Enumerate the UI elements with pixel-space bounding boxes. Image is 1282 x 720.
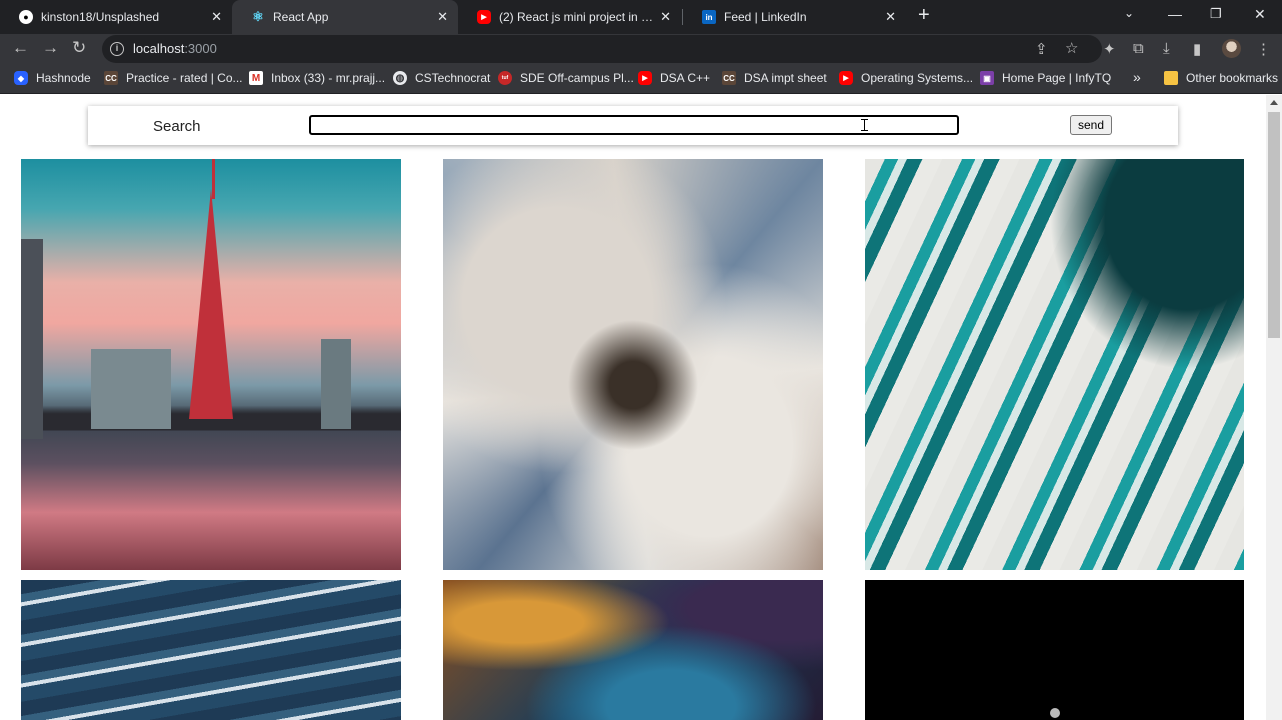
other-bookmarks[interactable]: Other bookmarks [1164,71,1278,85]
tower-shape [189,189,233,419]
download-icon[interactable]: ⤓ [1163,40,1170,57]
tab-youtube[interactable]: ▶ (2) React js mini project in hindi · ✕ [458,0,681,34]
bookmarks-bar: ◆ Hashnode CC Practice - rated | Co... M… [0,64,1282,94]
hashnode-icon: ◆ [14,71,28,85]
bookmark-dsa-sheet[interactable]: CC DSA impt sheet [722,71,827,85]
close-tab-icon[interactable]: ✕ [885,9,896,25]
codechef-icon: CC [104,71,118,85]
scroll-thumb[interactable] [1268,112,1280,338]
address-port: :3000 [184,41,217,56]
youtube-icon: ▶ [839,71,853,85]
tab-title: Feed | LinkedIn [724,10,807,24]
restore-icon[interactable]: ❐ [1210,6,1222,22]
bookmark-dsa-cpp[interactable]: ▶ DSA C++ [638,71,710,85]
address-url: localhost:3000 [133,41,217,56]
bookmark-label: DSA C++ [660,71,711,85]
bookmark-operating-systems[interactable]: ▶ Operating Systems... [839,71,973,85]
side-panel-icon[interactable]: ▮ [1193,40,1201,58]
building-shape [21,239,43,439]
profile-avatar[interactable] [1222,39,1241,58]
building-shape [91,349,171,429]
reload-icon[interactable]: ↻ [72,39,86,57]
image-ocean-waves[interactable] [21,580,401,720]
site-info-icon[interactable]: i [110,42,124,56]
address-host: localhost [133,41,185,56]
cast-icon[interactable]: ⧉ [1133,40,1144,57]
youtube-icon: ▶ [638,71,652,85]
bookmark-gmail[interactable]: M Inbox (33) - mr.prajj... [249,71,385,85]
close-tab-icon[interactable]: ✕ [437,9,448,25]
address-bar[interactable]: i localhost:3000 ⇪ ☆ [102,35,1102,63]
search-label: Search [153,118,201,135]
close-tab-icon[interactable]: ✕ [211,9,222,25]
linkedin-icon: in [702,10,716,24]
tab-github[interactable]: ● kinston18/Unsplashed ✕ [0,0,232,34]
tab-strip: ● kinston18/Unsplashed ✕ ⚛ React App ✕ ▶… [0,0,1282,34]
new-tab-icon[interactable]: + [918,4,930,27]
share-icon[interactable]: ⇪ [1035,40,1048,58]
tab-title: (2) React js mini project in hindi · [499,10,654,24]
scroll-up-icon[interactable] [1270,100,1278,105]
tab-search-icon[interactable]: ⌄ [1124,6,1134,20]
close-tab-icon[interactable]: ✕ [660,9,671,25]
bookmark-codechef[interactable]: CC Practice - rated | Co... [104,71,243,85]
bookmark-label: Practice - rated | Co... [126,71,243,85]
folder-icon [1164,71,1178,85]
globe-icon: ◍ [393,71,407,85]
infytq-icon: ▣ [980,71,994,85]
tab-linkedin[interactable]: in Feed | LinkedIn ✕ [683,0,906,34]
react-icon: ⚛ [252,9,264,24]
browser-toolbar: ← → ↻ i localhost:3000 ⇪ ☆ ✦ ⧉ ⤓ ▮ ⋮ [0,34,1282,64]
search-input[interactable] [309,115,959,135]
tab-react-app[interactable]: ⚛ React App ✕ [232,0,458,34]
image-nebula[interactable] [443,580,823,720]
bookmarks-overflow-button[interactable]: » [1133,69,1141,85]
bookmark-tuf[interactable]: tuf SDE Off-campus Pl... [498,71,634,85]
bookmark-label: CSTechnocrat [415,71,491,85]
bookmark-label: Hashnode [36,71,91,85]
other-bookmarks-label: Other bookmarks [1186,71,1279,85]
bookmark-star-icon[interactable]: ☆ [1065,39,1078,57]
bookmark-infytq[interactable]: ▣ Home Page | InfyTQ [980,71,1111,85]
bookmark-cstechnocrat[interactable]: ◍ CSTechnocrat [393,71,490,85]
image-abstract-swirl[interactable] [443,159,823,570]
github-icon: ● [19,10,33,24]
bookmark-hashnode[interactable]: ◆ Hashnode [14,71,91,85]
gmail-icon: M [249,71,263,85]
bookmark-label: Inbox (33) - mr.prajj... [271,71,386,85]
image-detail [1050,708,1060,718]
search-bar: Search send [88,106,1178,145]
bookmark-label: Operating Systems... [861,71,974,85]
image-dark[interactable] [865,580,1244,720]
send-button[interactable]: send [1070,115,1112,135]
codechef-icon: CC [722,71,736,85]
building-shape [321,339,351,429]
tuf-icon: tuf [498,71,512,85]
bookmark-label: DSA impt sheet [744,71,827,85]
image-tokyo-tower[interactable] [21,159,401,570]
extensions-icon[interactable]: ✦ [1103,40,1116,58]
close-window-icon[interactable]: ✕ [1254,6,1266,23]
image-teal-marble[interactable] [865,159,1244,570]
bookmark-label: SDE Off-campus Pl... [520,71,634,85]
page-content: Search send [0,95,1266,720]
tab-title: kinston18/Unsplashed [41,10,160,24]
text-cursor-icon [861,119,868,131]
tab-title: React App [273,10,329,24]
bookmark-label: Home Page | InfyTQ [1002,71,1112,85]
back-icon[interactable]: ← [12,39,29,57]
forward-icon[interactable]: → [42,39,59,57]
minimize-icon[interactable]: — [1168,6,1182,22]
menu-icon[interactable]: ⋮ [1256,40,1271,58]
youtube-icon: ▶ [477,10,491,24]
page-scrollbar[interactable] [1266,95,1282,720]
